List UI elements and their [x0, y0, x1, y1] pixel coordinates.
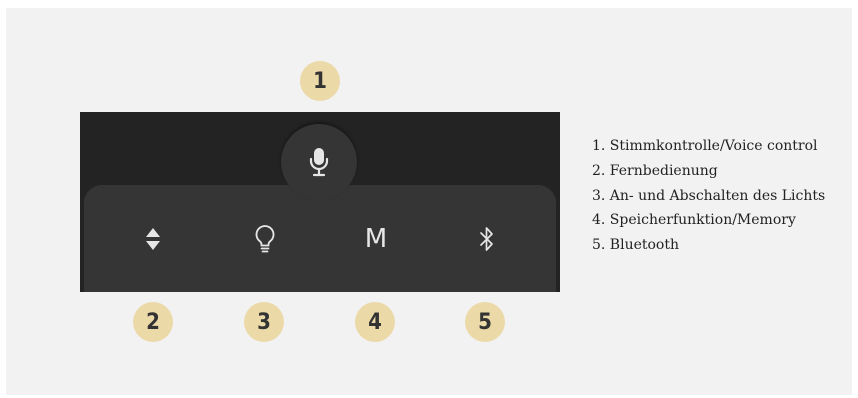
- microphone-icon: [308, 146, 330, 178]
- memory-m-icon: M: [364, 224, 388, 254]
- light-toggle-button[interactable]: [235, 217, 295, 261]
- legend-item-remote: 2. Fernbedienung: [592, 162, 718, 179]
- remote-control-button[interactable]: [123, 217, 183, 261]
- legend-item-voice-control: 1. Stimmkontrolle/Voice control: [592, 138, 818, 154]
- badge-1: 1: [300, 61, 340, 101]
- badge-5: 5: [465, 302, 505, 342]
- legend-list: 1. Stimmkontrolle/Voice control 2. Fernb…: [592, 134, 825, 258]
- voice-control-button[interactable]: [281, 124, 357, 200]
- bluetooth-button[interactable]: [457, 217, 517, 261]
- control-panel: M: [80, 112, 560, 292]
- badge-3: 3: [244, 302, 284, 342]
- legend-item-memory: 4. Speicherfunktion/Memory: [592, 212, 796, 229]
- up-down-arrows-icon: [144, 225, 162, 253]
- light-bulb-icon: [254, 224, 276, 254]
- legend-item-bluetooth: 5. Bluetooth: [592, 237, 680, 254]
- legend-item-light: 3. An- und Abschalten des Lichts: [592, 187, 826, 204]
- memory-button[interactable]: M: [346, 217, 406, 261]
- badge-4: 4: [355, 302, 395, 342]
- badge-2: 2: [133, 302, 173, 342]
- bluetooth-icon: [479, 225, 495, 253]
